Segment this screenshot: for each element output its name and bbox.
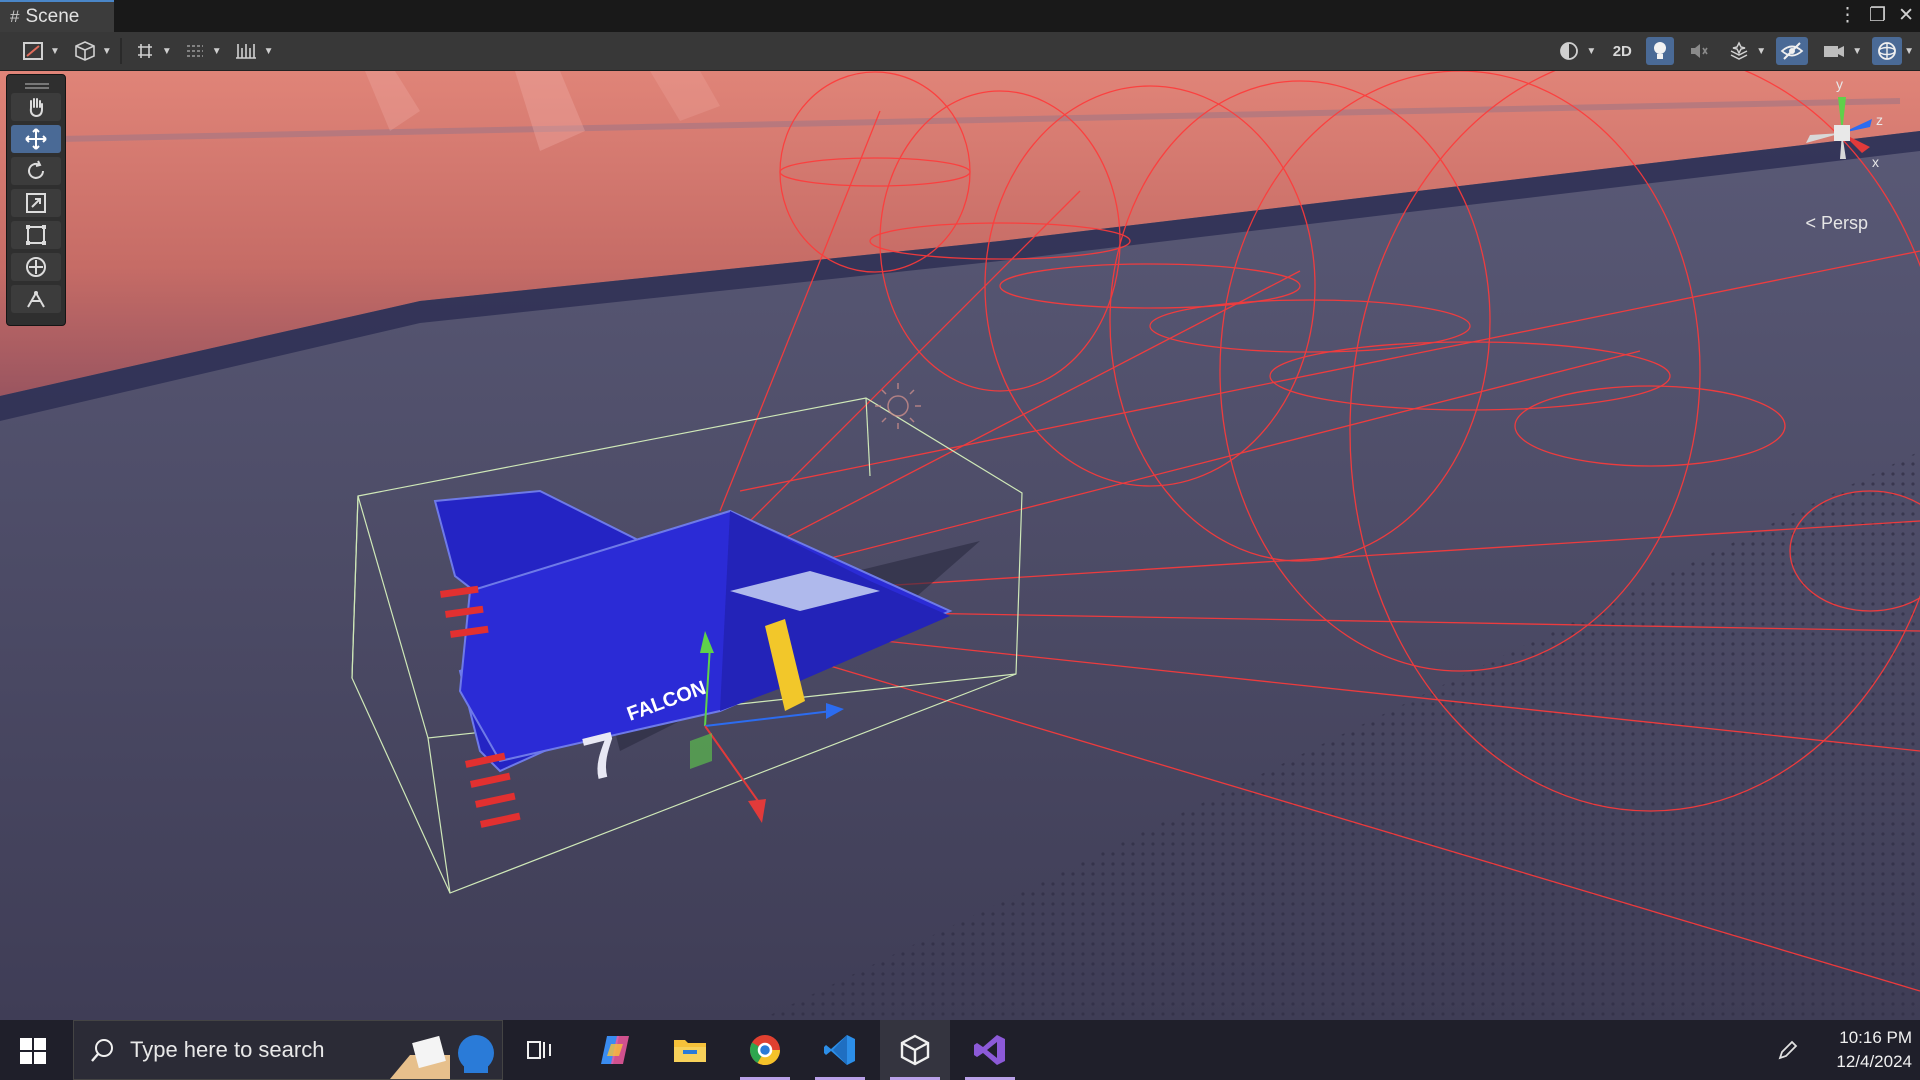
scene-render: FALCON 7 xyxy=(0,71,1920,1020)
chrome-button[interactable] xyxy=(730,1020,800,1080)
render-mode-button[interactable] xyxy=(1554,37,1584,65)
task-view-icon xyxy=(527,1041,551,1059)
2d-toggle-button[interactable]: 2D xyxy=(1608,37,1636,65)
scene-toolbar: ▼ ▼ ▼ ▼ ▼ ▼ 2D ▼ ▼ ▼ xyxy=(0,32,1920,71)
toolbar-right-group: ▼ 2D ▼ ▼ ▼ xyxy=(1554,37,1914,65)
ruler-button[interactable] xyxy=(230,37,262,65)
render-mode-dropdown-icon[interactable]: ▼ xyxy=(1586,46,1596,57)
hidden-objects-toggle-button[interactable] xyxy=(1776,37,1809,65)
scale-tool-icon xyxy=(26,193,46,213)
search-highlight-illustration xyxy=(390,1035,494,1079)
window-tab-bar: # Scene ⋮ ❐ ✕ xyxy=(0,0,1920,33)
gizmos-icon xyxy=(1878,42,1896,60)
maximize-icon[interactable]: ❐ xyxy=(1869,4,1886,27)
lighting-toggle-button[interactable] xyxy=(1646,37,1675,65)
move-tool-icon xyxy=(25,128,47,150)
unity-icon xyxy=(900,1034,930,1066)
tab-scene-label: Scene xyxy=(25,6,80,27)
increment-snap-dropdown-icon[interactable]: ▼ xyxy=(212,46,222,57)
scene-hash-icon: # xyxy=(10,7,20,26)
ruler-dropdown-icon[interactable]: ▼ xyxy=(264,46,274,57)
vscode-button[interactable] xyxy=(805,1020,875,1080)
visual-studio-button[interactable] xyxy=(955,1020,1025,1080)
task-view-button[interactable] xyxy=(505,1020,575,1080)
rotate-tool-button[interactable] xyxy=(11,157,61,185)
tools-drag-handle[interactable] xyxy=(25,83,49,85)
pen-icon xyxy=(1778,1040,1798,1060)
audio-icon xyxy=(1691,44,1708,58)
scene-viewport[interactable]: FALCON 7 y z x < Persp xyxy=(0,71,1920,1020)
gizmos-toggle-button[interactable] xyxy=(1872,37,1903,65)
vscode-icon xyxy=(824,1035,855,1065)
pen-menu-button[interactable] xyxy=(1776,1038,1800,1067)
projection-label: Persp xyxy=(1820,213,1868,233)
transform-tool-button[interactable] xyxy=(11,253,61,281)
render-mode-icon xyxy=(1560,42,1579,60)
increment-snap-button[interactable] xyxy=(180,37,210,65)
gizmo-z-label: z xyxy=(1876,112,1883,128)
gizmo-x-label: x xyxy=(1872,154,1879,170)
grid-snap-icon xyxy=(137,44,152,58)
hand-tool-icon xyxy=(29,98,43,118)
grid-snap-button[interactable] xyxy=(130,37,160,65)
gizmo-y-label: y xyxy=(1836,77,1843,92)
copilot-icon xyxy=(601,1036,629,1064)
clock-time: 10:16 PM xyxy=(1839,1028,1912,1047)
rect-tool-button[interactable] xyxy=(11,221,61,249)
toolbar-left-group: ▼ ▼ ▼ ▼ ▼ xyxy=(18,37,274,65)
grid-snap-dropdown-icon[interactable]: ▼ xyxy=(162,46,172,57)
visual-studio-icon xyxy=(974,1035,1005,1065)
camera-settings-button[interactable] xyxy=(1818,37,1850,65)
audio-toggle-button[interactable] xyxy=(1684,37,1714,65)
effects-button[interactable] xyxy=(1724,37,1754,65)
toolbar-divider xyxy=(119,38,122,64)
ruler-icon xyxy=(235,44,256,59)
shading-button[interactable] xyxy=(70,37,100,65)
camera-icon xyxy=(1824,46,1845,57)
hand-tool-button[interactable] xyxy=(11,93,61,121)
gizmos-dropdown-icon[interactable]: ▼ xyxy=(1904,46,1914,57)
axis-gizmo-graphic: y z x xyxy=(1806,76,1883,170)
effects-dropdown-icon[interactable]: ▼ xyxy=(1756,46,1766,57)
start-button[interactable] xyxy=(20,1038,46,1069)
window-controls: ⋮ ❐ ✕ xyxy=(1838,4,1914,27)
custom-tool-button[interactable] xyxy=(11,285,61,313)
projection-toggle[interactable]: < Persp xyxy=(1805,213,1868,234)
rotate-tool-icon xyxy=(28,160,44,179)
more-options-icon[interactable]: ⋮ xyxy=(1838,4,1857,27)
system-clock[interactable]: 10:16 PM 12/4/2024 xyxy=(1836,1026,1912,1074)
shading-dropdown-icon[interactable]: ▼ xyxy=(102,46,112,57)
chrome-icon xyxy=(749,1035,780,1066)
clock-date: 12/4/2024 xyxy=(1836,1052,1912,1071)
unity-button[interactable] xyxy=(880,1020,950,1080)
shading-cube-icon xyxy=(75,41,95,61)
taskbar-search-box[interactable]: Type here to search xyxy=(73,1020,503,1080)
rect-tool-icon xyxy=(26,225,46,245)
scene-tools-overlay xyxy=(6,74,66,326)
lighting-icon xyxy=(1654,42,1667,59)
hidden-objects-icon xyxy=(1780,42,1804,60)
camera-dropdown-icon[interactable]: ▼ xyxy=(1852,46,1862,57)
file-explorer-icon xyxy=(674,1040,706,1062)
file-explorer-button[interactable] xyxy=(655,1020,725,1080)
scale-tool-button[interactable] xyxy=(11,189,61,217)
close-icon[interactable]: ✕ xyxy=(1898,4,1914,27)
windows-taskbar: Type here to search 10:16 PM 12/4/2024 xyxy=(0,1020,1920,1080)
draw-mode-icon xyxy=(23,42,43,60)
transform-tool-icon xyxy=(26,257,46,277)
chevron-left-icon: < xyxy=(1805,213,1816,233)
copilot-button[interactable] xyxy=(580,1020,650,1080)
tab-scene[interactable]: # Scene xyxy=(0,0,114,32)
effects-icon xyxy=(1730,41,1748,60)
move-tool-button[interactable] xyxy=(11,125,61,153)
increment-snap-icon xyxy=(186,45,203,57)
draw-mode-dropdown-icon[interactable]: ▼ xyxy=(50,46,60,57)
search-icon xyxy=(91,1039,113,1062)
windows-logo-icon xyxy=(20,1038,46,1064)
search-placeholder: Type here to search xyxy=(130,1037,325,1062)
custom-tool-icon xyxy=(27,290,45,308)
draw-mode-button[interactable] xyxy=(18,37,48,65)
